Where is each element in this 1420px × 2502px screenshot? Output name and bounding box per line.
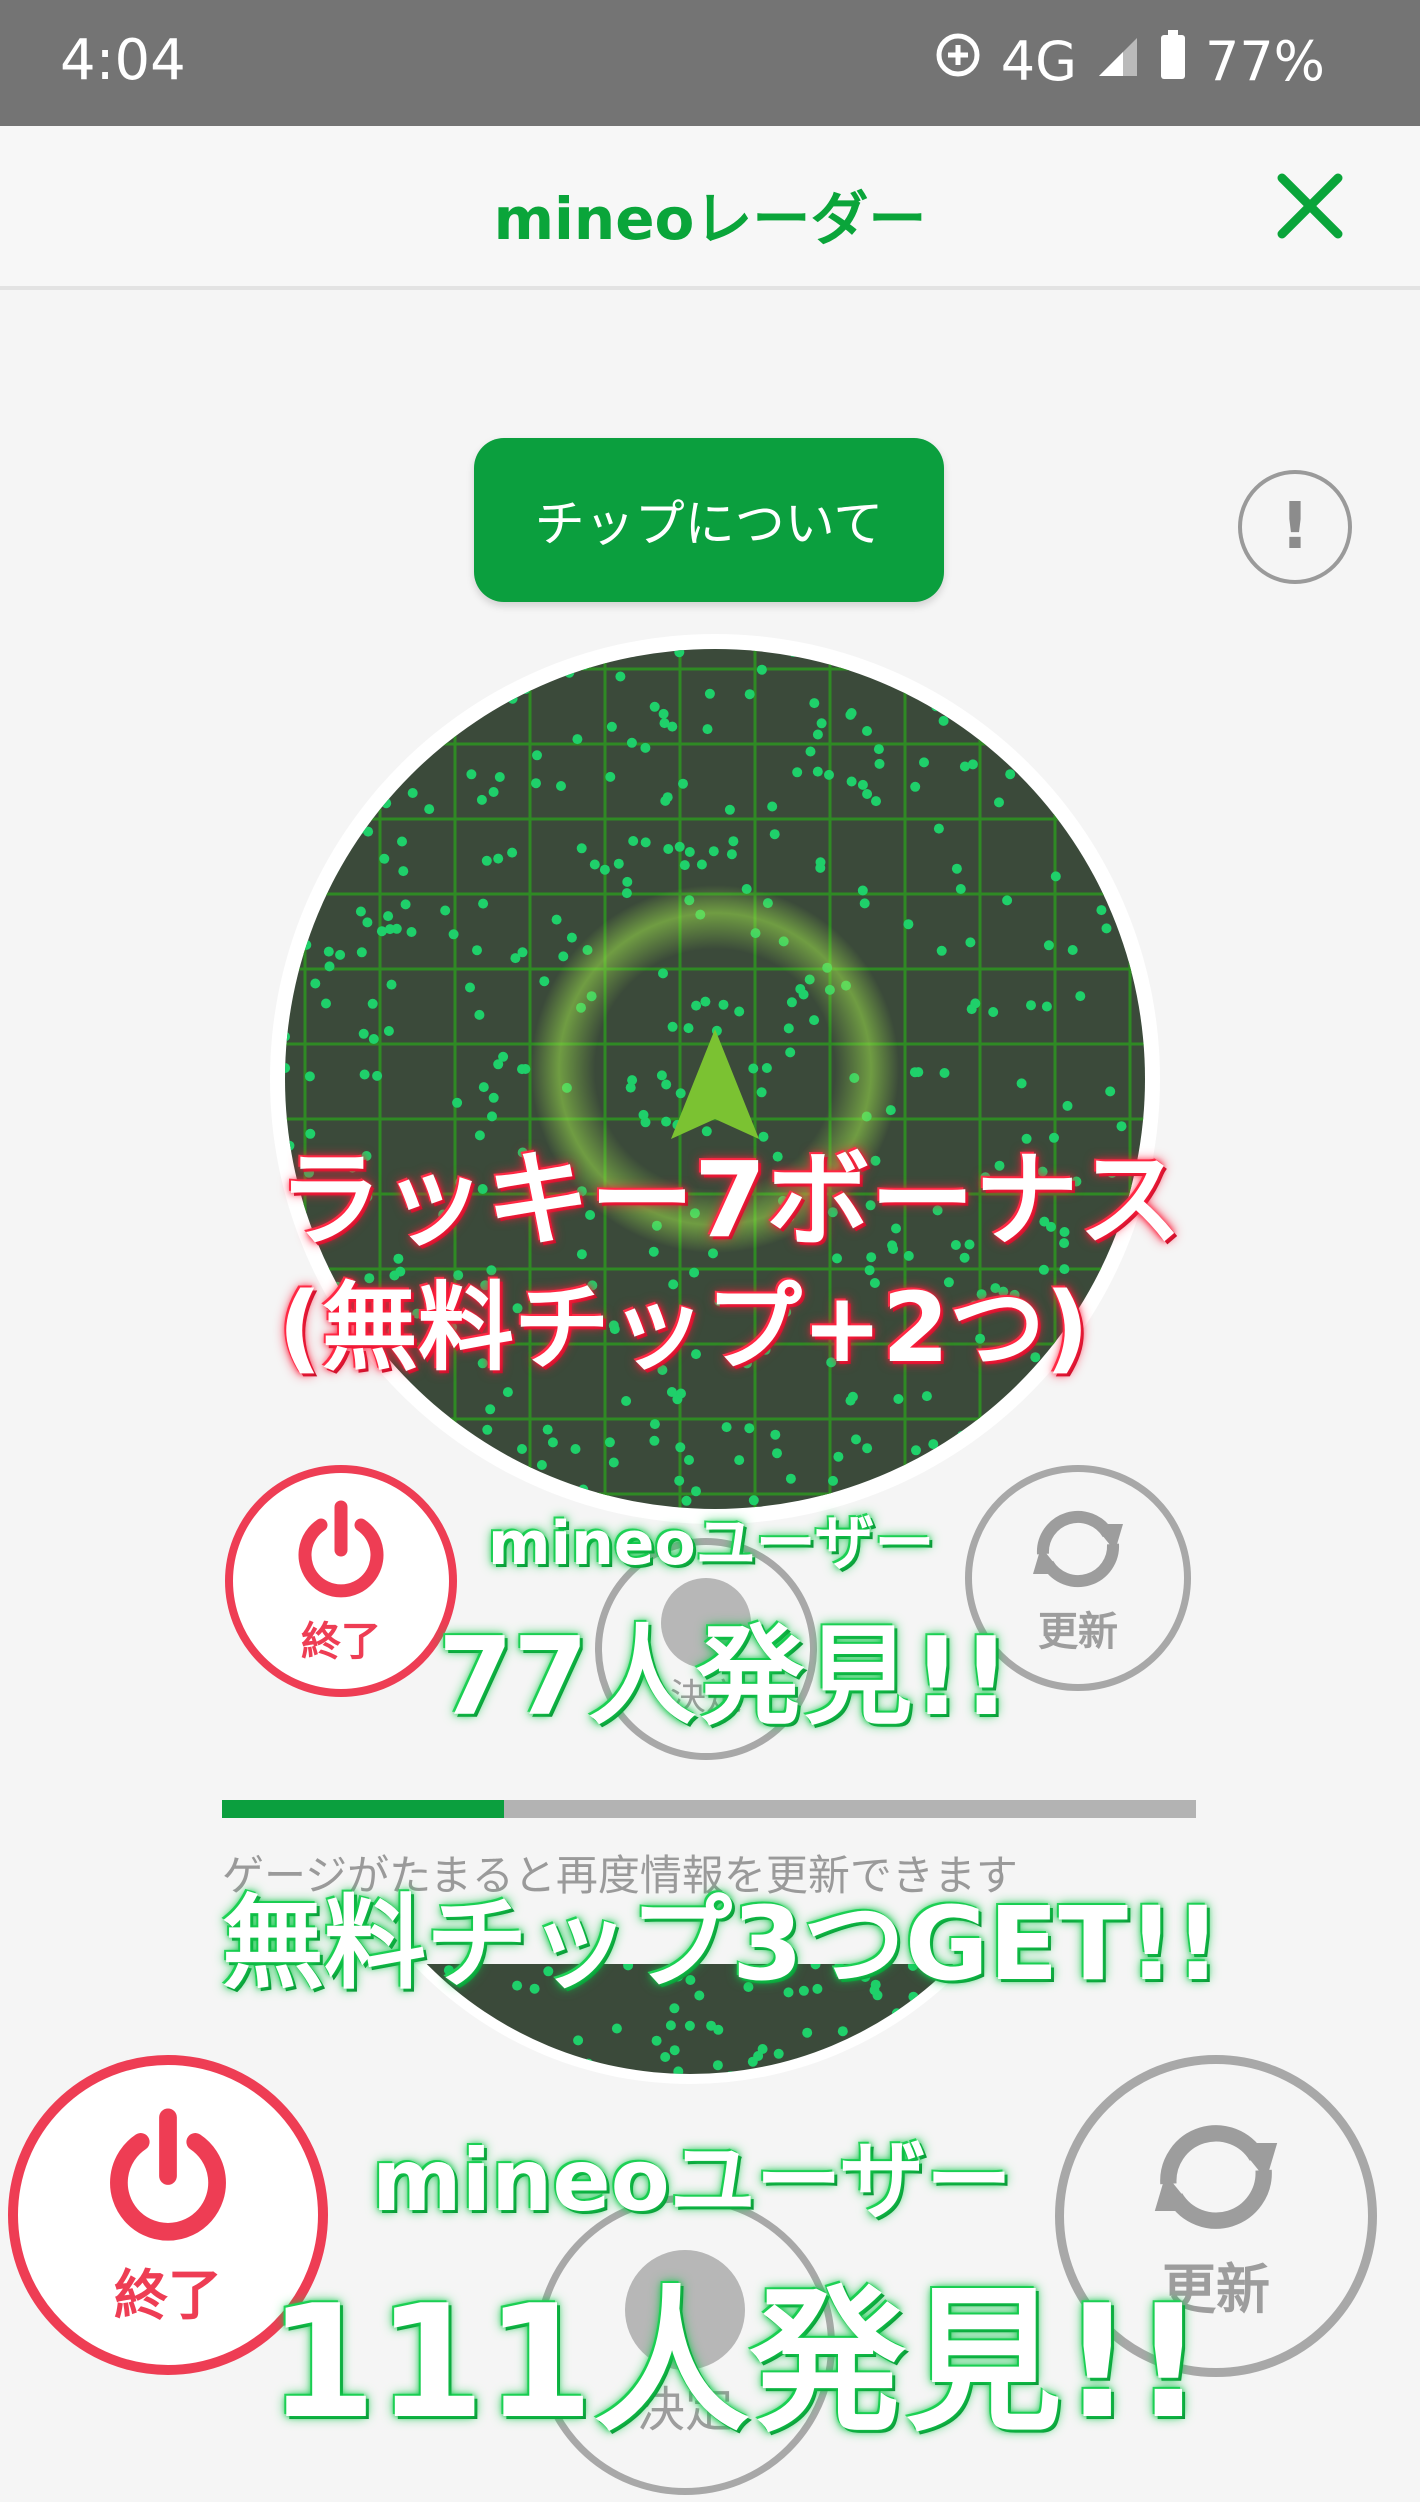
page-title: mineoレーダー xyxy=(493,185,927,253)
info-button[interactable]: ! xyxy=(1238,470,1352,584)
status-icons: 4G 77% xyxy=(933,30,1325,93)
close-button[interactable] xyxy=(1270,166,1350,246)
radar xyxy=(270,634,1160,1524)
end-label: 終了 xyxy=(301,1619,381,1665)
refresh-icon xyxy=(1033,1510,1123,1588)
refresh-label: 更新 xyxy=(1038,1609,1118,1655)
end-button[interactable]: 終了 xyxy=(225,1465,457,1697)
users-caption-1: mineoユーザー xyxy=(488,1509,935,1579)
battery-percent: 77% xyxy=(1204,30,1325,93)
users-caption-2: mineoユーザー xyxy=(372,2131,1013,2231)
status-time: 4:04 xyxy=(60,28,186,93)
power-icon-large xyxy=(110,2108,226,2241)
network-type: 4G xyxy=(1000,30,1077,93)
data-saver-icon xyxy=(933,30,983,93)
bonus-caption-line2: (無料チップ+2つ) xyxy=(278,1272,1089,1384)
about-chips-button[interactable]: チップについて xyxy=(474,438,944,602)
battery-icon xyxy=(1159,30,1187,93)
found-caption-1: 77人発見!! xyxy=(438,1615,1011,1740)
app-bar: mineoレーダー xyxy=(0,126,1420,290)
free-chips-caption: 無料チップ3つGET!! xyxy=(222,1885,1221,2004)
refresh-icon-large xyxy=(1154,2124,1278,2229)
refresh-gauge xyxy=(222,1800,1196,1818)
end-label-large: 終了 xyxy=(114,2263,222,2327)
bonus-caption-line1: ラッキー7ボーナス xyxy=(278,1139,1183,1261)
close-icon xyxy=(1277,173,1343,239)
info-icon: ! xyxy=(1280,490,1310,564)
signal-icon xyxy=(1095,30,1141,93)
found-caption-2: 111人発見!! xyxy=(268,2271,1204,2453)
status-bar: 4:04 4G 77% xyxy=(0,0,1420,126)
power-icon xyxy=(298,1500,384,1598)
refresh-gauge-fill xyxy=(222,1800,505,1818)
